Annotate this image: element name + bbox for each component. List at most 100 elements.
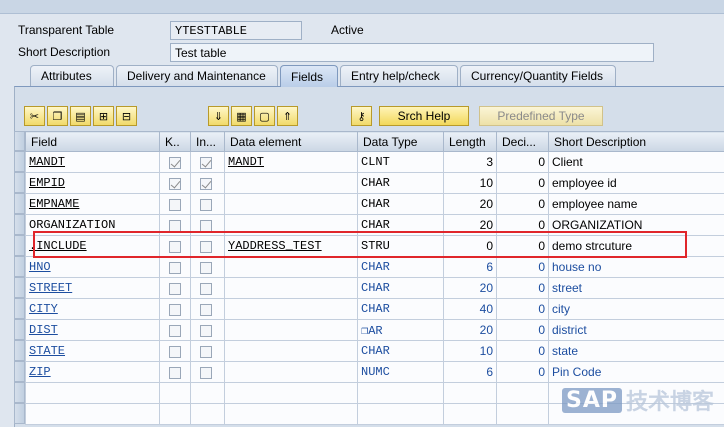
- col-header-initial[interactable]: In...: [190, 131, 225, 152]
- field-name-cell[interactable]: STATE: [25, 340, 160, 362]
- col-header-decimals[interactable]: Deci...: [496, 131, 549, 152]
- row-selector[interactable]: [14, 403, 25, 424]
- initial-checkbox-cell[interactable]: [190, 214, 225, 236]
- tab-fields[interactable]: Fields: [280, 65, 338, 87]
- key-checkbox-cell[interactable]: [159, 193, 191, 215]
- decimals-cell[interactable]: 0: [496, 319, 549, 341]
- key-checkbox[interactable]: [169, 156, 181, 169]
- decimals-cell[interactable]: 0: [496, 151, 549, 173]
- key-checkbox-cell[interactable]: [159, 172, 191, 194]
- key-checkbox[interactable]: [169, 345, 181, 358]
- insert-row-icon[interactable]: ⊞: [93, 106, 114, 126]
- key-checkbox[interactable]: [169, 261, 181, 274]
- field-name-cell[interactable]: ORGANIZATION: [25, 214, 160, 236]
- short-description-cell[interactable]: Pin Code: [548, 361, 724, 383]
- data-element-cell[interactable]: [224, 361, 358, 383]
- table-row[interactable]: MANDT MANDT CLNT 3 0 Client: [25, 151, 724, 173]
- predefined-type-button[interactable]: Predefined Type: [479, 106, 603, 126]
- row-selector[interactable]: [14, 277, 25, 298]
- key-checkbox[interactable]: [169, 366, 181, 379]
- data-element-cell[interactable]: [224, 403, 358, 425]
- decimals-cell[interactable]: 0: [496, 340, 549, 362]
- initial-checkbox-cell[interactable]: [190, 340, 225, 362]
- up-icon[interactable]: ⇑: [277, 106, 298, 126]
- key-checkbox[interactable]: [169, 219, 181, 232]
- data-type-cell[interactable]: CHAR: [357, 277, 444, 299]
- initial-values-checkbox[interactable]: [200, 240, 212, 253]
- short-description-cell[interactable]: street: [548, 277, 724, 299]
- data-type-cell[interactable]: [357, 403, 444, 425]
- col-header-data-type[interactable]: Data Type: [357, 131, 444, 152]
- short-description-cell[interactable]: ORGANIZATION: [548, 214, 724, 236]
- key-checkbox[interactable]: [169, 177, 181, 190]
- field-name-cell[interactable]: CITY: [25, 298, 160, 320]
- length-cell[interactable]: 6: [443, 361, 497, 383]
- length-cell[interactable]: [443, 403, 497, 425]
- initial-checkbox-cell[interactable]: [190, 298, 225, 320]
- short-description-cell[interactable]: employee id: [548, 172, 724, 194]
- table-row[interactable]: EMPID CHAR 10 0 employee id: [25, 172, 724, 194]
- decimals-cell[interactable]: 0: [496, 214, 549, 236]
- initial-values-checkbox[interactable]: [200, 261, 212, 274]
- length-cell[interactable]: 3: [443, 151, 497, 173]
- col-header-length[interactable]: Length: [443, 131, 497, 152]
- field-name-cell[interactable]: ZIP: [25, 361, 160, 383]
- tab-currency-quantity-fields[interactable]: Currency/Quantity Fields: [460, 65, 616, 86]
- table-row[interactable]: EMPNAME CHAR 20 0 employee name: [25, 193, 724, 215]
- length-cell[interactable]: 10: [443, 172, 497, 194]
- key-checkbox[interactable]: [169, 240, 181, 253]
- field-name-cell[interactable]: [25, 382, 160, 404]
- short-description-cell[interactable]: district: [548, 319, 724, 341]
- field-name-cell[interactable]: [25, 403, 160, 425]
- initial-checkbox-cell[interactable]: [190, 235, 225, 257]
- initial-values-checkbox[interactable]: [200, 366, 212, 379]
- field-name-cell[interactable]: HNO: [25, 256, 160, 278]
- table-row[interactable]: STREET CHAR 20 0 street: [25, 277, 724, 299]
- initial-values-checkbox[interactable]: [200, 219, 212, 232]
- paste-icon[interactable]: ▤: [70, 106, 91, 126]
- length-cell[interactable]: 20: [443, 319, 497, 341]
- key-checkbox-cell[interactable]: [159, 151, 191, 173]
- data-type-cell[interactable]: CHAR: [357, 214, 444, 236]
- data-element-cell[interactable]: [224, 298, 358, 320]
- data-element-cell[interactable]: [224, 340, 358, 362]
- decimals-cell[interactable]: 0: [496, 235, 549, 257]
- length-cell[interactable]: 0: [443, 235, 497, 257]
- table-row[interactable]: .INCLUDE YADDRESS_TEST STRU 0 0 demo strcutur…: [25, 235, 724, 257]
- row-selector-header[interactable]: [14, 131, 25, 151]
- field-name-cell[interactable]: EMPNAME: [25, 193, 160, 215]
- row-selector[interactable]: [14, 235, 25, 256]
- key-checkbox-cell[interactable]: [159, 382, 191, 404]
- key-checkbox-cell[interactable]: [159, 256, 191, 278]
- delete-row-icon[interactable]: ⊟: [116, 106, 137, 126]
- row-selector[interactable]: [14, 340, 25, 361]
- tab-entry-help-check[interactable]: Entry help/check: [340, 65, 458, 86]
- length-cell[interactable]: 20: [443, 214, 497, 236]
- field-name-cell[interactable]: EMPID: [25, 172, 160, 194]
- row-selector[interactable]: [14, 382, 25, 403]
- initial-values-checkbox[interactable]: [200, 303, 212, 316]
- key-checkbox-cell[interactable]: [159, 403, 191, 425]
- srch-help-button[interactable]: Srch Help: [379, 106, 469, 126]
- data-type-cell[interactable]: ❐AR: [357, 319, 444, 341]
- row-selector[interactable]: [14, 361, 25, 382]
- initial-checkbox-cell[interactable]: [190, 277, 225, 299]
- table-row[interactable]: DIST ❐AR 20 0 district: [25, 319, 724, 341]
- length-cell[interactable]: 20: [443, 277, 497, 299]
- copy-icon[interactable]: ❐: [47, 106, 68, 126]
- key-checkbox-cell[interactable]: [159, 277, 191, 299]
- table-row[interactable]: ZIP NUMC 6 0 Pin Code: [25, 361, 724, 383]
- data-type-cell[interactable]: CHAR: [357, 193, 444, 215]
- row-selector[interactable]: [14, 172, 25, 193]
- key-checkbox-cell[interactable]: [159, 361, 191, 383]
- key-checkbox-cell[interactable]: [159, 319, 191, 341]
- table-name-field[interactable]: YTESTTABLE: [170, 20, 302, 40]
- key-checkbox[interactable]: [169, 198, 181, 211]
- length-cell[interactable]: 6: [443, 256, 497, 278]
- data-type-cell[interactable]: NUMC: [357, 361, 444, 383]
- data-element-cell[interactable]: YADDRESS_TEST: [224, 235, 358, 257]
- decimals-cell[interactable]: 0: [496, 193, 549, 215]
- data-element-cell[interactable]: [224, 319, 358, 341]
- initial-checkbox-cell[interactable]: [190, 319, 225, 341]
- col-header-data-element[interactable]: Data element: [224, 131, 358, 152]
